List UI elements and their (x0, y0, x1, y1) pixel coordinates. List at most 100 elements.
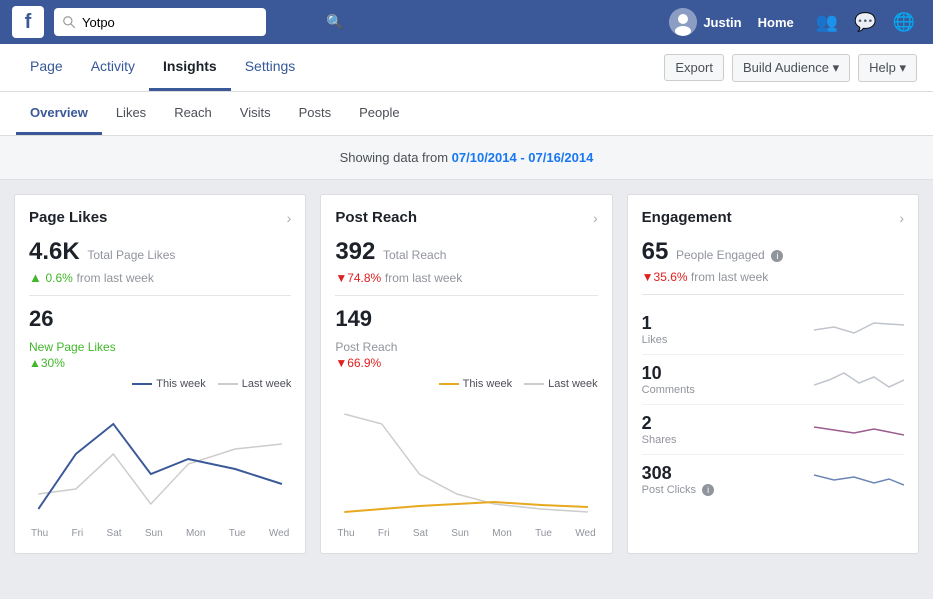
legend-last-label: Last week (242, 378, 292, 390)
pr-x-sun: Sun (451, 528, 469, 539)
export-button[interactable]: Export (664, 54, 724, 81)
eng-comments-label: Comments (642, 384, 814, 396)
page-nav-left: Page Activity Insights Settings (16, 44, 664, 91)
x-label-fri: Fri (72, 528, 84, 539)
post-reach-card: Post Reach › 392 Total Reach ▼74.8% from… (320, 194, 612, 554)
search-icon: 🔍 (326, 14, 343, 31)
people-engaged-label: People Engaged (676, 248, 765, 262)
tab-overview[interactable]: Overview (16, 93, 102, 135)
page-likes-header: Page Likes › (29, 209, 291, 226)
post-reach-arrow[interactable]: › (593, 210, 598, 226)
globe-icon[interactable]: 🌐 (887, 8, 921, 37)
eng-likes-num: 1 (642, 313, 814, 334)
eng-shares-label: Shares (642, 434, 814, 446)
eng-comments-num: 10 (642, 363, 814, 384)
page-likes-title: Page Likes (29, 209, 107, 226)
eng-shares-left: 2 Shares (642, 413, 814, 446)
eng-postclicks-label-text: Post Clicks (642, 484, 696, 496)
eng-postclicks-label: Post Clicks i (642, 484, 814, 496)
pr-x-tue: Tue (535, 528, 552, 539)
post-reach-num: 149 (335, 306, 372, 331)
eng-shares-chart (814, 415, 904, 445)
build-audience-button[interactable]: Build Audience ▾ (732, 54, 850, 82)
sub-navigation: Overview Likes Reach Visits Posts People (0, 92, 933, 136)
post-clicks-info[interactable]: i (702, 484, 714, 496)
people-engaged-row: 65 People Engaged i (642, 238, 904, 266)
data-notice-bar: Showing data from 07/10/2014 - 07/16/201… (0, 136, 933, 180)
home-link[interactable]: Home (752, 11, 800, 34)
page-nav-right: Export Build Audience ▾ Help ▾ (664, 54, 917, 82)
search-input[interactable] (54, 8, 266, 36)
new-change: ▲30% (29, 356, 291, 370)
change-pct: 0.6% (46, 271, 73, 285)
nav-page[interactable]: Page (16, 44, 77, 91)
eng-comments-left: 10 Comments (642, 363, 814, 396)
eng-shares-row: 2 Shares (642, 405, 904, 455)
user-info: Justin (669, 8, 741, 36)
post-reach-chart (335, 394, 597, 524)
legend-this-orange: This week (439, 378, 513, 390)
help-button[interactable]: Help ▾ (858, 54, 917, 82)
pr-x-mon: Mon (492, 528, 511, 539)
main-content: Page Likes › 4.6K Total Page Likes ▲ 0.6… (0, 180, 933, 568)
legend-last-week: Last week (218, 378, 292, 390)
post-reach-header: Post Reach › (335, 209, 597, 226)
messages-icon[interactable]: 💬 (848, 8, 882, 37)
eng-comments-chart (814, 365, 904, 395)
engagement-arrow[interactable]: › (899, 210, 904, 226)
tab-visits[interactable]: Visits (226, 93, 285, 135)
tab-likes[interactable]: Likes (102, 93, 160, 135)
nav-activity[interactable]: Activity (77, 44, 149, 91)
people-change: ▼35.6% from last week (642, 270, 904, 284)
friends-icon[interactable]: 👥 (810, 8, 844, 37)
page-likes-arrow[interactable]: › (287, 210, 292, 226)
eng-comments-row: 10 Comments (642, 355, 904, 405)
total-likes-num: 4.6K (29, 238, 80, 265)
this-week-line (132, 383, 152, 385)
people-change-pct: ▼35.6% (642, 270, 688, 284)
nav-icons: 👥 💬 🌐 (810, 8, 921, 37)
x-label-sun: Sun (145, 528, 163, 539)
search-wrapper: 🔍 (54, 8, 352, 36)
post-last-week-line (524, 383, 544, 385)
legend-last-gray: Last week (524, 378, 598, 390)
eng-postclicks-num: 308 (642, 463, 814, 484)
username-label: Justin (703, 15, 741, 30)
people-engaged-num: 65 (642, 238, 669, 265)
top-navigation: f 🔍 Justin Home 👥 💬 🌐 (0, 0, 933, 44)
new-likes-num: 26 (29, 306, 53, 331)
legend-this-week: This week (132, 378, 206, 390)
x-label-wed: Wed (269, 528, 289, 539)
total-reach-label: Total Reach (383, 248, 446, 262)
people-change-label: from last week (691, 270, 768, 284)
total-likes-change: ▲ 0.6% from last week (29, 270, 291, 285)
page-likes-chart (29, 394, 291, 524)
total-reach-row: 392 Total Reach (335, 238, 597, 266)
eng-postclicks-chart (814, 465, 904, 495)
x-label-thu: Thu (31, 528, 48, 539)
pr-x-thu: Thu (337, 528, 354, 539)
page-likes-x-labels: Thu Fri Sat Sun Mon Tue Wed (29, 528, 291, 539)
page-likes-legend: This week Last week (29, 378, 291, 390)
total-likes-row: 4.6K Total Page Likes (29, 238, 291, 266)
engagement-title: Engagement (642, 209, 732, 226)
post-reach-sub-row: 149 (335, 306, 597, 332)
nav-insights[interactable]: Insights (149, 44, 231, 91)
tab-reach[interactable]: Reach (160, 93, 226, 135)
tab-people[interactable]: People (345, 93, 413, 135)
total-reach-change: ▼74.8% from last week (335, 270, 597, 285)
post-reach-x-labels: Thu Fri Sat Sun Mon Tue Wed (335, 528, 597, 539)
tab-posts[interactable]: Posts (285, 93, 346, 135)
total-likes-label: Total Page Likes (87, 248, 175, 262)
pr-x-wed: Wed (575, 528, 595, 539)
people-engaged-info[interactable]: i (771, 250, 783, 262)
change-arrow-up: ▲ (29, 270, 42, 285)
nav-settings[interactable]: Settings (231, 44, 310, 91)
data-notice-text: Showing data from (340, 150, 452, 165)
pr-x-sat: Sat (413, 528, 428, 539)
eng-likes-label: Likes (642, 334, 814, 346)
x-label-sat: Sat (107, 528, 122, 539)
legend-this-label: This week (156, 378, 206, 390)
eng-shares-num: 2 (642, 413, 814, 434)
post-reach-label: Post Reach (335, 340, 597, 354)
